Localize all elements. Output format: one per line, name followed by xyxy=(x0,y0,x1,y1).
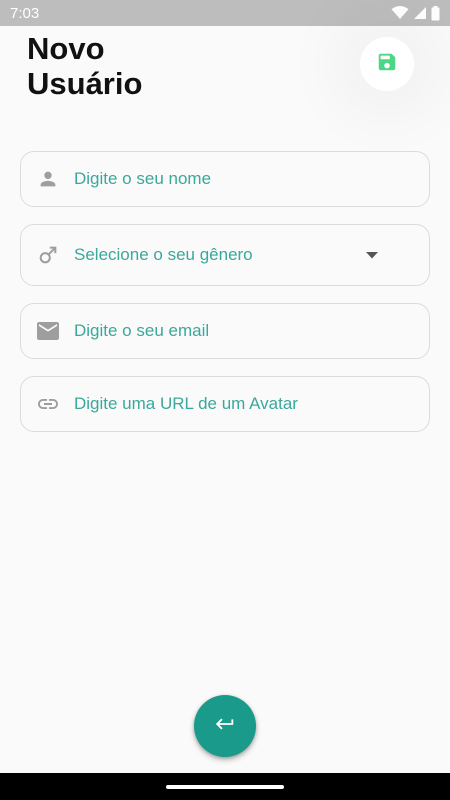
mail-icon xyxy=(36,319,60,343)
keyboard-return-icon xyxy=(214,713,236,740)
floppy-disk-icon xyxy=(376,51,398,78)
name-input[interactable] xyxy=(74,169,429,189)
screen: 7:03 Novo Usuário Digite o seu nome Sele… xyxy=(0,0,450,800)
caret-down-icon[interactable] xyxy=(365,250,379,260)
page-title: Novo Usuário xyxy=(27,31,142,101)
status-icons xyxy=(391,5,440,21)
email-field[interactable] xyxy=(20,303,430,359)
home-gesture-handle[interactable] xyxy=(166,784,284,789)
wifi-icon xyxy=(391,6,409,20)
status-time: 7:03 xyxy=(10,4,40,22)
avatar-url-input[interactable] xyxy=(74,394,429,414)
male-symbol-icon xyxy=(36,243,60,267)
battery-icon xyxy=(431,5,440,21)
status-bar: 7:03 xyxy=(0,0,450,26)
name-field[interactable] xyxy=(20,151,430,207)
return-button[interactable] xyxy=(194,695,256,757)
link-icon xyxy=(36,392,60,416)
page-title-line-2: Usuário xyxy=(27,66,143,101)
page-title-line-1: Novo xyxy=(27,31,105,66)
email-input[interactable] xyxy=(74,321,429,341)
navigation-bar xyxy=(0,773,450,800)
cellular-signal-icon xyxy=(413,6,427,20)
avatar-url-field[interactable] xyxy=(20,376,430,432)
person-icon xyxy=(36,167,60,191)
save-button[interactable] xyxy=(360,37,414,91)
gender-select[interactable]: Selecione o seu gênero xyxy=(20,224,430,286)
gender-select-placeholder: Selecione o seu gênero xyxy=(74,245,253,264)
